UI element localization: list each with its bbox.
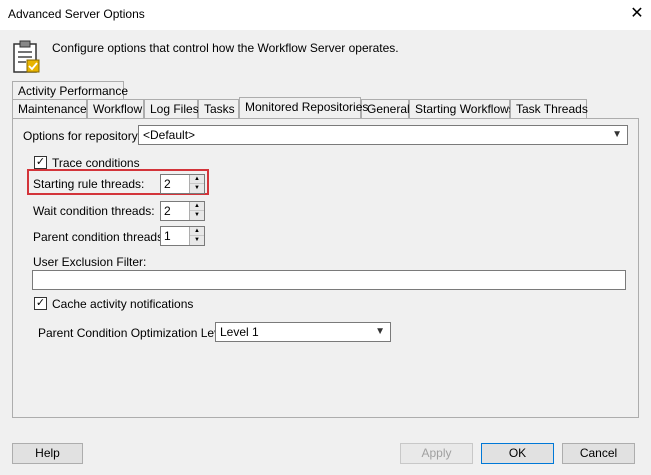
tab-general[interactable]: General <box>361 99 410 118</box>
starting-rule-threads-label: Starting rule threads: <box>33 177 145 191</box>
cancel-button[interactable]: Cancel <box>562 443 635 464</box>
user-exclusion-input[interactable] <box>32 270 626 290</box>
repository-label: Options for repository: <box>23 129 142 143</box>
description-text: Configure options that control how the W… <box>52 41 399 55</box>
user-exclusion-label: User Exclusion Filter: <box>33 255 147 269</box>
tab-tasks[interactable]: Tasks <box>198 99 239 118</box>
spin-up-icon[interactable]: ▲ <box>190 175 204 184</box>
wait-condition-threads-label: Wait condition threads: <box>33 204 155 218</box>
trace-conditions-label: Trace conditions <box>52 156 140 170</box>
wait-condition-threads-value: 2 <box>164 204 171 218</box>
wait-condition-threads-stepper[interactable]: 2 ▲ ▼ <box>160 201 205 221</box>
repository-value: <Default> <box>143 128 196 142</box>
help-button[interactable]: Help <box>12 443 83 464</box>
cache-activity-checkbox[interactable]: ✓ <box>34 297 47 310</box>
optimization-value: Level 1 <box>220 325 259 339</box>
tab-maintenance[interactable]: Maintenance <box>12 99 87 118</box>
spin-down-icon[interactable]: ▼ <box>190 211 204 220</box>
spin-up-icon[interactable]: ▲ <box>190 227 204 236</box>
tab-starting-workflows[interactable]: Starting Workflows <box>409 99 515 118</box>
chevron-down-icon: ▼ <box>612 129 622 140</box>
repository-dropdown[interactable]: <Default> ▼ <box>138 125 628 145</box>
tab-activity-performance[interactable]: Activity Performance <box>12 81 128 100</box>
close-icon[interactable]: ✕ <box>626 3 648 25</box>
cache-activity-label: Cache activity notifications <box>52 297 194 311</box>
window-title: Advanced Server Options <box>8 7 145 21</box>
parent-condition-threads-label: Parent condition threads: <box>33 230 167 244</box>
chevron-down-icon: ▼ <box>375 326 385 337</box>
trace-conditions-checkbox[interactable]: ✓ <box>34 156 47 169</box>
ok-button[interactable]: OK <box>481 443 554 464</box>
tab-task-threads[interactable]: Task Threads <box>510 99 588 118</box>
clipboard-icon <box>13 40 40 73</box>
spin-up-icon[interactable]: ▲ <box>190 202 204 211</box>
optimization-dropdown[interactable]: Level 1 ▼ <box>215 322 391 342</box>
optimization-label: Parent Condition Optimization Level: <box>38 326 233 340</box>
spin-down-icon[interactable]: ▼ <box>190 236 204 245</box>
apply-button[interactable]: Apply <box>400 443 473 464</box>
parent-condition-threads-stepper[interactable]: 1 ▲ ▼ <box>160 226 205 246</box>
tab-workflow[interactable]: Workflow <box>87 99 144 118</box>
starting-rule-threads-stepper[interactable]: 2 ▲ ▼ <box>160 174 205 194</box>
tab-monitored-repositories[interactable]: Monitored Repositories <box>239 97 368 118</box>
parent-condition-threads-value: 1 <box>164 229 171 243</box>
tab-log-files[interactable]: Log Files <box>144 99 199 118</box>
starting-rule-threads-value: 2 <box>164 177 171 191</box>
spin-down-icon[interactable]: ▼ <box>190 184 204 193</box>
